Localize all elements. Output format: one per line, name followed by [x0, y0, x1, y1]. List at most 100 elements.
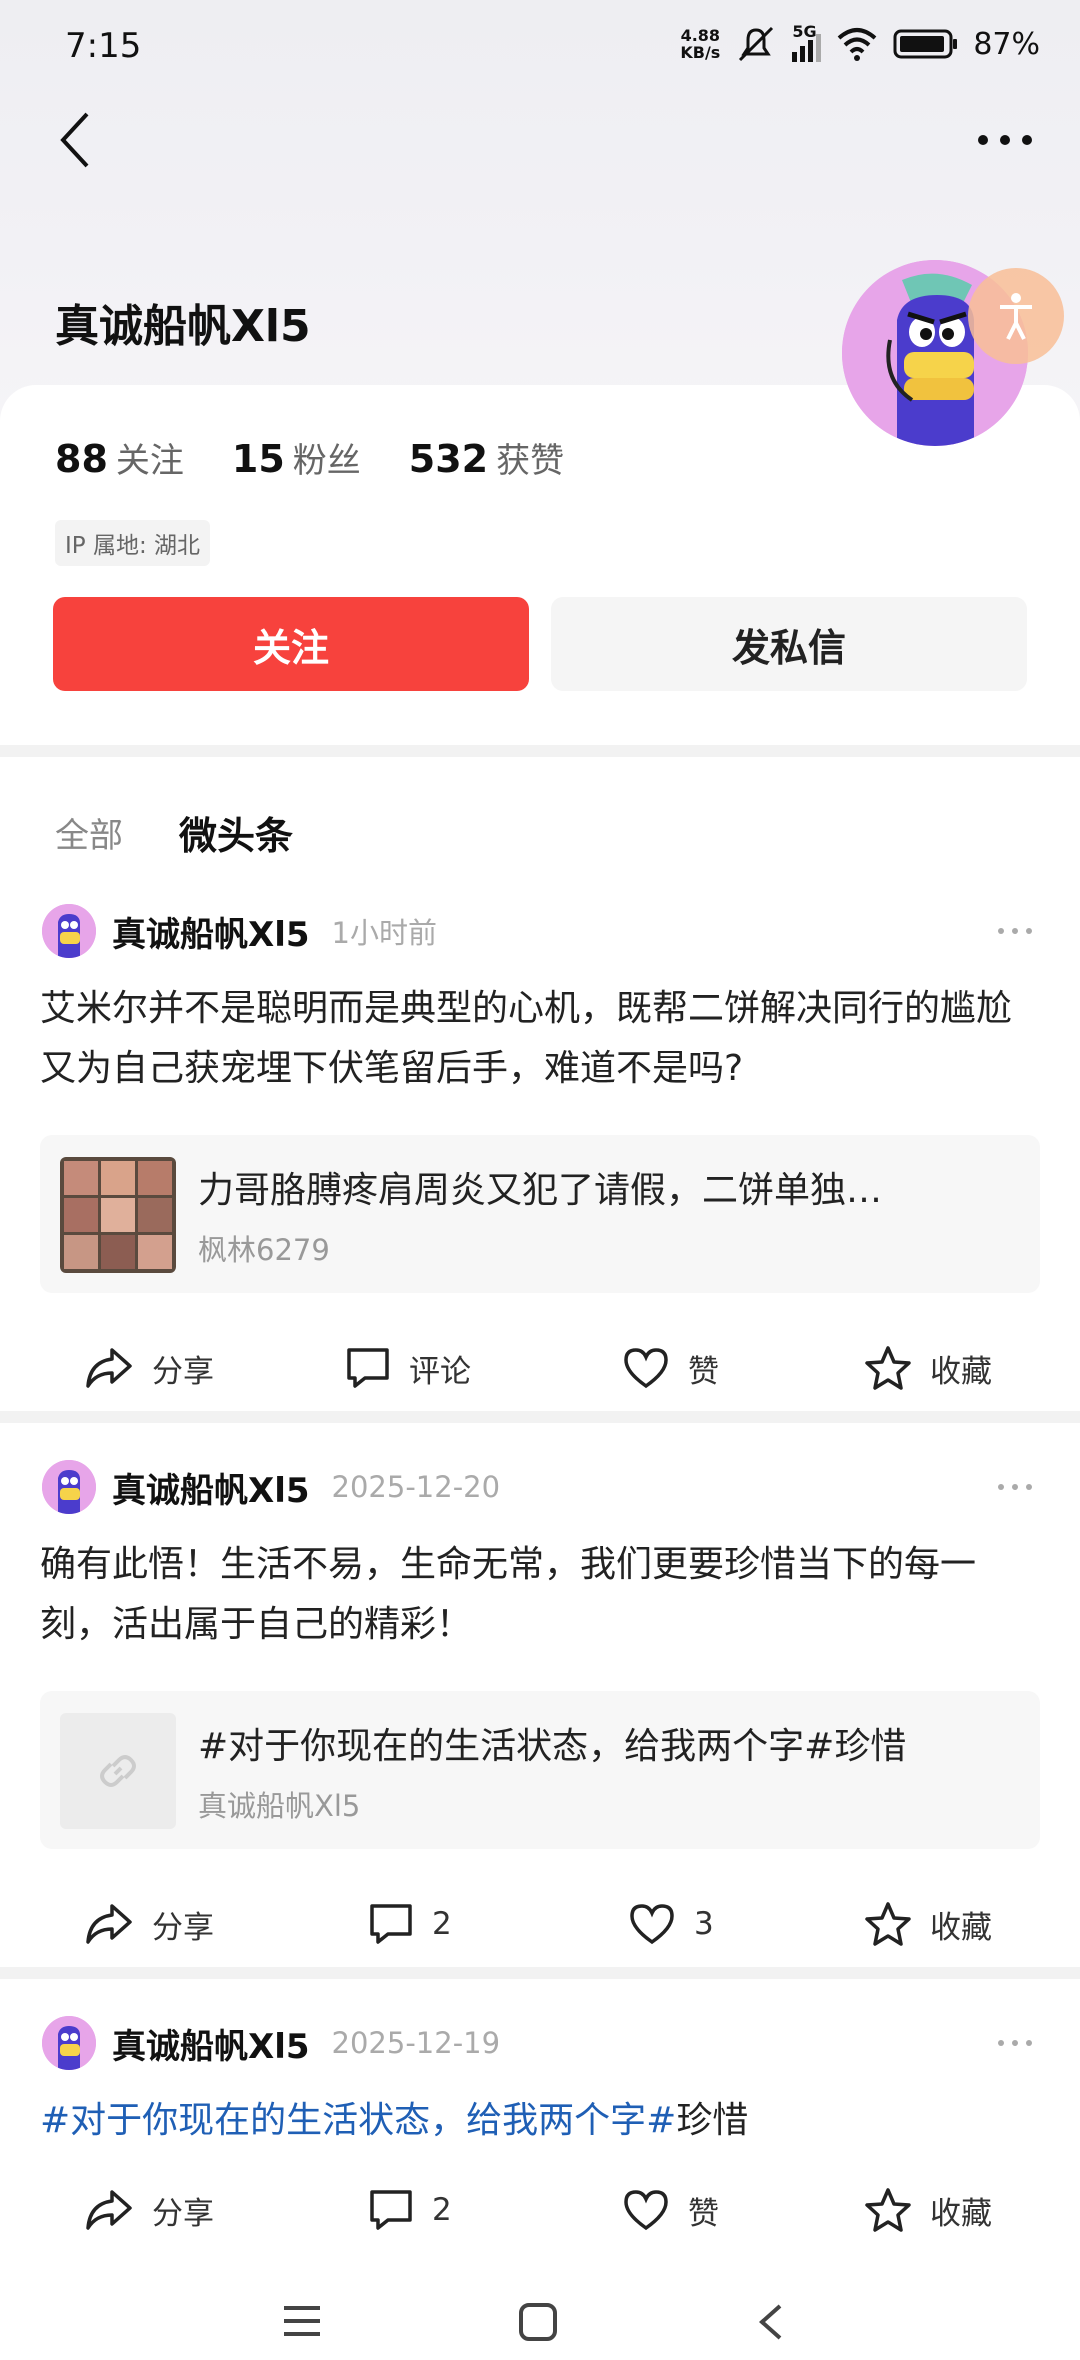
like-button[interactable]: 赞: [622, 2175, 719, 2245]
post-item[interactable]: 真诚船帆Xl5 2025-12-20 确有此悟！生活不易，生命无常，我们更要珍惜…: [0, 1459, 1080, 1959]
mute-icon: [739, 26, 774, 62]
nav-bar: [0, 95, 1080, 185]
share-icon: [86, 2190, 132, 2230]
avatar[interactable]: [42, 1460, 96, 1514]
menu-icon: [284, 2306, 320, 2336]
tab-weitoutiao[interactable]: 微头条: [179, 805, 293, 860]
share-icon: [86, 1348, 132, 1388]
like-label: 赞: [688, 1353, 719, 1390]
share-button[interactable]: 分享: [84, 1889, 214, 1959]
likes-count: 532: [408, 437, 489, 481]
comment-count: 2: [432, 2192, 452, 2228]
post-actions: 分享 2 赞 收藏: [0, 2175, 1080, 2245]
battery-icon: [893, 29, 958, 59]
back-arrow-icon: [758, 2304, 782, 2340]
like-button[interactable]: 赞: [622, 1333, 719, 1403]
post-text[interactable]: 艾米尔并不是聪明而是典型的心机，既帮二饼解决同行的尴尬又为自己获宠埋下伏笔留后手…: [40, 979, 1040, 1099]
comment-count: 2: [432, 1906, 452, 1942]
network-speed: 4.88 KB/s: [680, 27, 720, 61]
post-more-button[interactable]: [990, 2023, 1040, 2063]
recents-button[interactable]: [282, 2304, 332, 2344]
content-tabs: 全部 微头条: [55, 805, 293, 860]
star-icon: [865, 1902, 911, 1946]
link-icon: [100, 1755, 136, 1787]
quoted-topic[interactable]: #对于你现在的生活状态，给我两个字#珍惜 真诚船帆Xl5: [40, 1691, 1040, 1849]
post-divider: [0, 1967, 1080, 1979]
comment-icon: [370, 2190, 412, 2230]
likes-label: 获赞: [496, 441, 565, 481]
share-button[interactable]: 分享: [84, 1333, 214, 1403]
speed-unit: KB/s: [680, 43, 721, 62]
accessibility-float-button[interactable]: [968, 268, 1064, 364]
share-label: 分享: [152, 1909, 214, 1946]
avatar[interactable]: [42, 2016, 96, 2070]
more-options-button[interactable]: [970, 105, 1040, 175]
home-button[interactable]: [518, 2302, 562, 2346]
comment-button[interactable]: 评论: [345, 1333, 471, 1403]
favorite-button[interactable]: 收藏: [864, 1333, 992, 1403]
fans-label: 粉丝: [292, 441, 361, 481]
accessibility-icon: [1000, 293, 1032, 340]
profile-stats: 88 关注 15 粉丝 532 获赞: [55, 433, 564, 482]
like-button[interactable]: 3: [628, 1889, 714, 1959]
status-bar: 7:15 4.88 KB/s 5G 87%: [0, 0, 1080, 95]
share-icon: [86, 1904, 132, 1944]
private-message-button[interactable]: 发私信: [551, 597, 1027, 691]
share-label: 分享: [152, 1353, 214, 1390]
tab-all[interactable]: 全部: [55, 808, 123, 857]
star-icon: [865, 2188, 911, 2232]
post-item[interactable]: 真诚船帆Xl5 2025-12-19 #对于你现在的生活状态，给我两个字#珍惜 …: [0, 2015, 1080, 2255]
post-header: 真诚船帆Xl5 1小时前: [42, 903, 437, 959]
post-time: 2025-12-20: [331, 1470, 501, 1504]
more-dots-icon: [978, 135, 1032, 145]
like-label: 赞: [688, 2195, 719, 2232]
post-time: 2025-12-19: [331, 2026, 501, 2060]
quote-source: 真诚船帆Xl5: [198, 1789, 361, 1823]
back-arrow-icon: [60, 112, 89, 168]
share-label: 分享: [152, 2195, 214, 2232]
post-header: 真诚船帆Xl5 2025-12-20: [42, 1459, 500, 1515]
stat-fans[interactable]: 15 粉丝: [232, 433, 361, 482]
post-text[interactable]: 确有此悟！生活不易，生命无常，我们更要珍惜当下的每一刻，活出属于自己的精彩！: [40, 1535, 1040, 1655]
system-nav-bar: [0, 2290, 1080, 2360]
stat-following[interactable]: 88 关注: [55, 433, 184, 482]
heart-icon: [630, 1904, 674, 1945]
avatar-character-icon: [42, 2016, 96, 2070]
post-text[interactable]: #对于你现在的生活状态，给我两个字#珍惜: [40, 2091, 1040, 2151]
comment-icon: [370, 1904, 412, 1944]
post-author[interactable]: 真诚船帆Xl5: [112, 2019, 310, 2068]
status-time: 7:15: [65, 26, 142, 66]
fans-count: 15: [231, 437, 285, 481]
favorite-label: 收藏: [930, 1353, 992, 1390]
battery-percent: 87%: [973, 26, 1040, 62]
more-dots-icon: [998, 1484, 1032, 1490]
follow-button[interactable]: 关注: [53, 597, 529, 691]
like-count: 3: [694, 1906, 714, 1942]
post-more-button[interactable]: [990, 911, 1040, 951]
stat-likes[interactable]: 532 获赞: [409, 433, 564, 482]
signal-icon: 5G: [792, 22, 822, 62]
link-placeholder: [60, 1713, 176, 1829]
post-more-button[interactable]: [990, 1467, 1040, 1507]
comment-button[interactable]: 2: [368, 2175, 452, 2245]
heart-icon: [624, 1348, 668, 1389]
avatar-character-icon: [42, 1460, 96, 1514]
home-square-icon: [519, 2303, 557, 2341]
topic-hashtag-link[interactable]: #对于你现在的生活状态，给我两个字#: [40, 2100, 676, 2141]
post-author[interactable]: 真诚船帆Xl5: [112, 1463, 310, 1512]
favorite-button[interactable]: 收藏: [864, 1889, 992, 1959]
comment-button[interactable]: 2: [368, 1889, 452, 1959]
post-actions: 分享 2 3 收藏: [0, 1889, 1080, 1959]
post-author[interactable]: 真诚船帆Xl5: [112, 907, 310, 956]
quote-title: #对于你现在的生活状态，给我两个字#珍惜: [198, 1726, 907, 1767]
post-item[interactable]: 真诚船帆Xl5 1小时前 艾米尔并不是聪明而是典型的心机，既帮二饼解决同行的尴尬…: [0, 903, 1080, 1423]
quoted-article[interactable]: 力哥胳膊疼肩周炎又犯了请假，二饼单独… 枫林6279: [40, 1135, 1040, 1293]
favorite-button[interactable]: 收藏: [864, 2175, 992, 2245]
quote-source: 枫林6279: [198, 1233, 330, 1267]
system-back-button[interactable]: [756, 2302, 796, 2346]
share-button[interactable]: 分享: [84, 2175, 214, 2245]
avatar[interactable]: [42, 904, 96, 958]
back-button[interactable]: [50, 105, 100, 175]
profile-name: 真诚船帆Xl5: [55, 301, 311, 352]
favorite-label: 收藏: [930, 2195, 992, 2232]
